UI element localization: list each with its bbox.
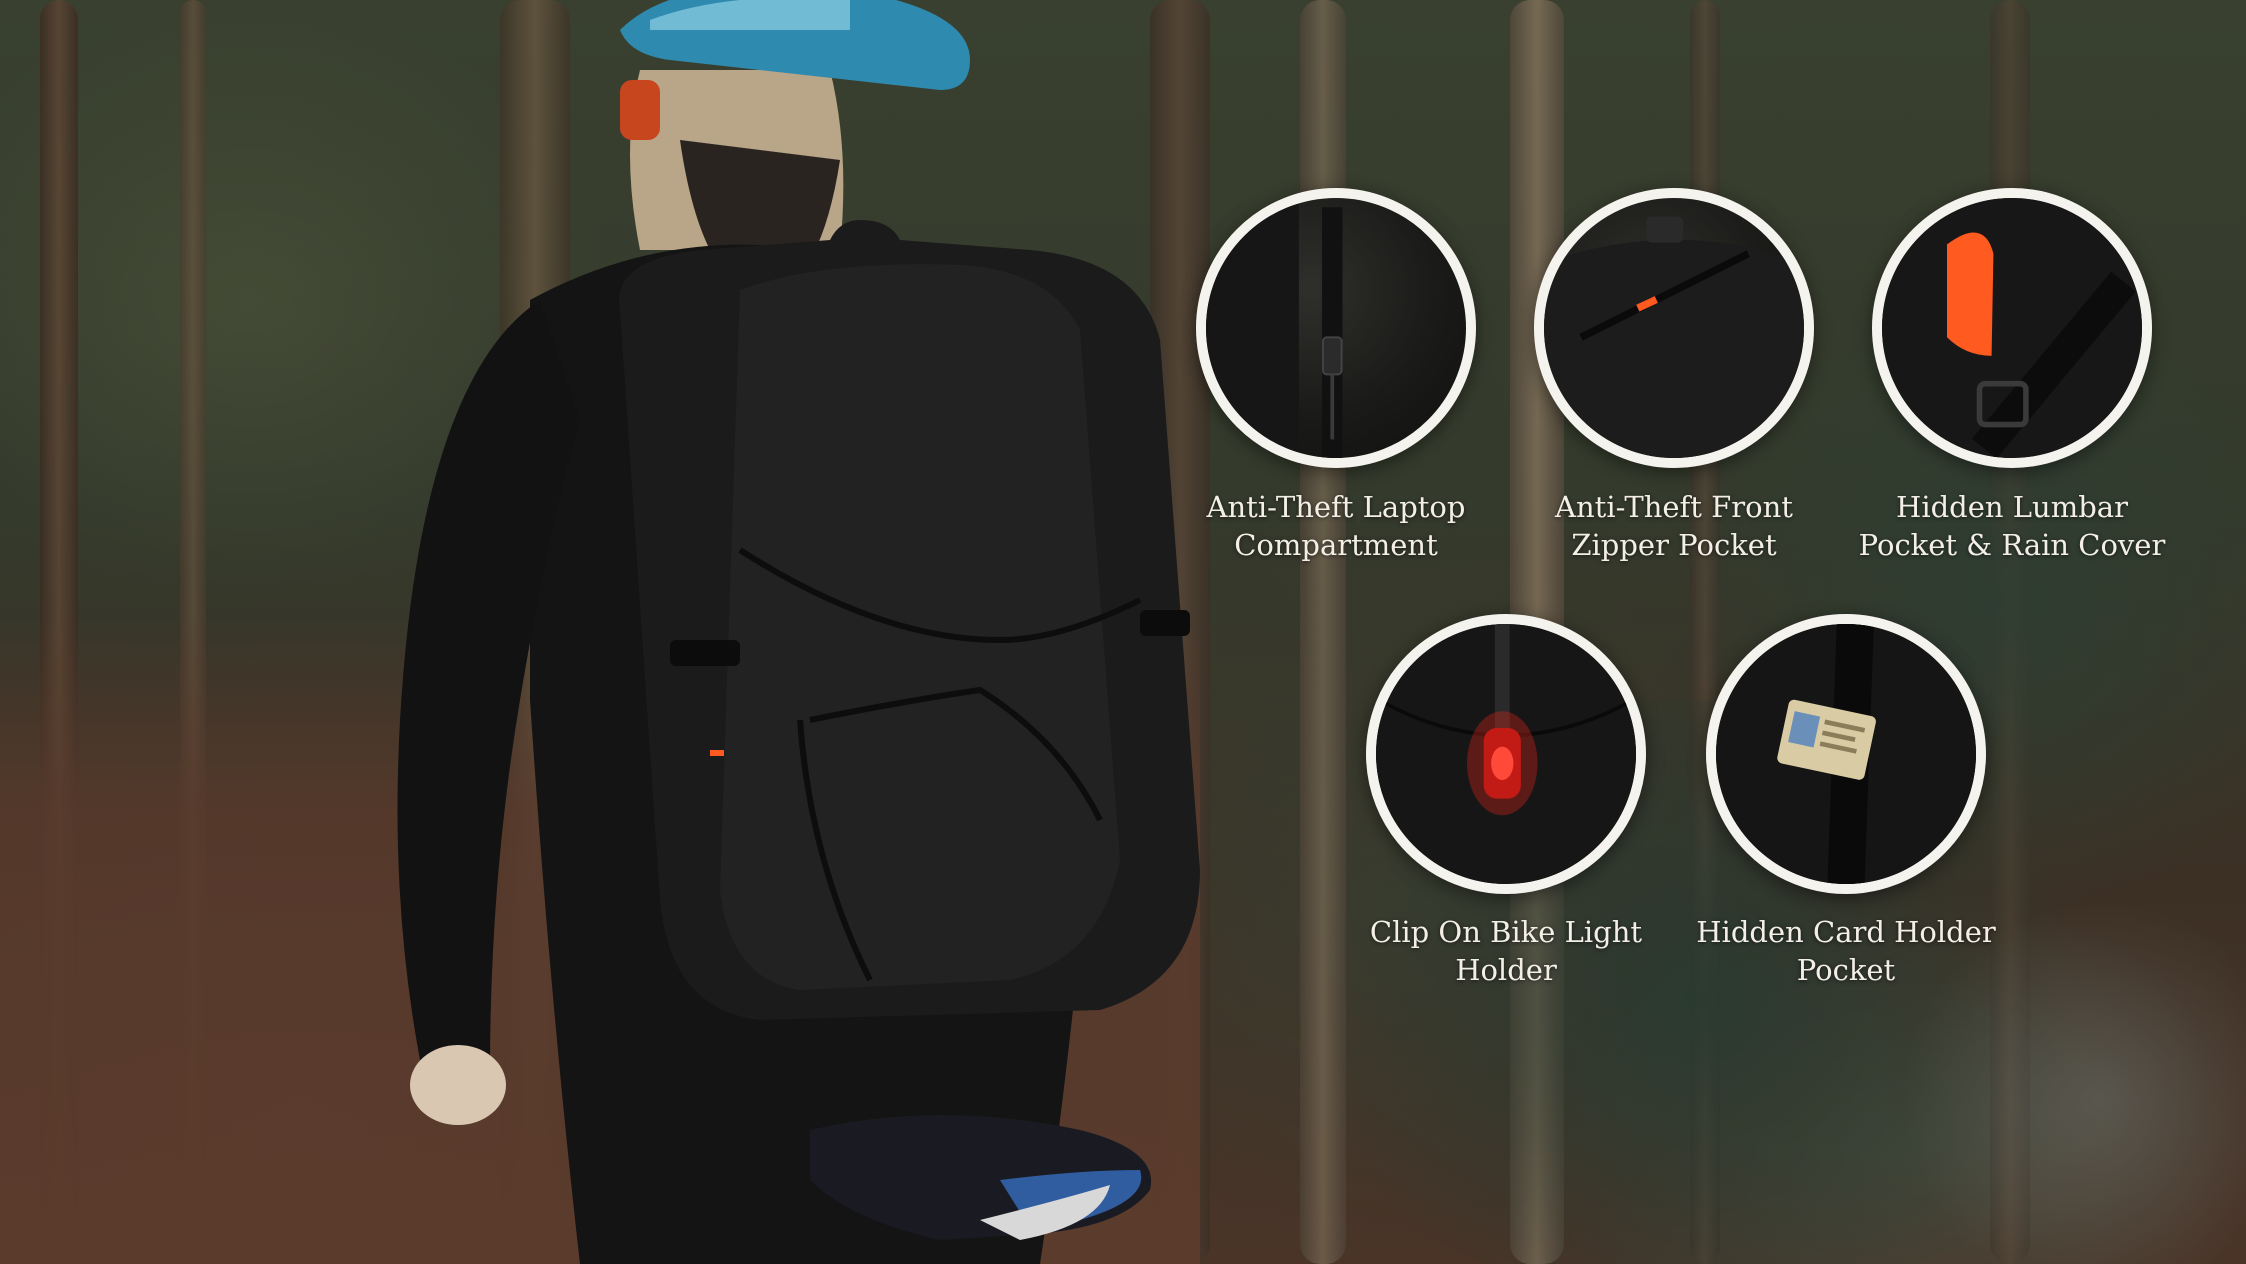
- caption-line: Pocket: [1796, 953, 1896, 987]
- caption-line: Pocket & Rain Cover: [1858, 528, 2166, 562]
- card-holder-icon: [1716, 624, 1976, 884]
- caption-line: Hidden Card Holder: [1696, 915, 1996, 949]
- feature-caption: Clip On Bike Light Holder: [1346, 913, 1666, 989]
- caption-line: Hidden Lumbar: [1896, 490, 2128, 524]
- feature-hidden-lumbar-pocket: [1872, 188, 2152, 468]
- feature-anti-theft-front-zipper: [1534, 188, 1814, 468]
- feature-bike-light-holder: [1366, 614, 1646, 894]
- feature-caption: Hidden Lumbar Pocket & Rain Cover: [1852, 488, 2172, 564]
- feature-caption: Anti-Theft Laptop Compartment: [1176, 488, 1496, 564]
- caption-line: Anti-Theft Front: [1555, 490, 1793, 524]
- feature-caption: Hidden Card Holder Pocket: [1686, 913, 2006, 989]
- zipper-pocket-icon: [1544, 216, 1804, 458]
- caption-line: Clip On Bike Light: [1369, 915, 1643, 949]
- bike-light-icon: [1376, 624, 1636, 884]
- rain-cover-icon: [1882, 198, 2142, 458]
- product-scene: Anti-Theft Laptop Compartment Anti-Theft…: [0, 0, 2246, 1264]
- caption-line: Compartment: [1234, 528, 1438, 562]
- caption-line: Zipper Pocket: [1571, 528, 1777, 562]
- zipper-icon: [1206, 198, 1343, 458]
- feature-caption: Anti-Theft Front Zipper Pocket: [1514, 488, 1834, 564]
- caption-line: Anti-Theft Laptop: [1206, 490, 1466, 524]
- feature-hidden-card-holder: [1706, 614, 1986, 894]
- backpack: [619, 220, 1200, 1020]
- feature-anti-theft-laptop: [1196, 188, 1476, 468]
- caption-line: Holder: [1455, 953, 1557, 987]
